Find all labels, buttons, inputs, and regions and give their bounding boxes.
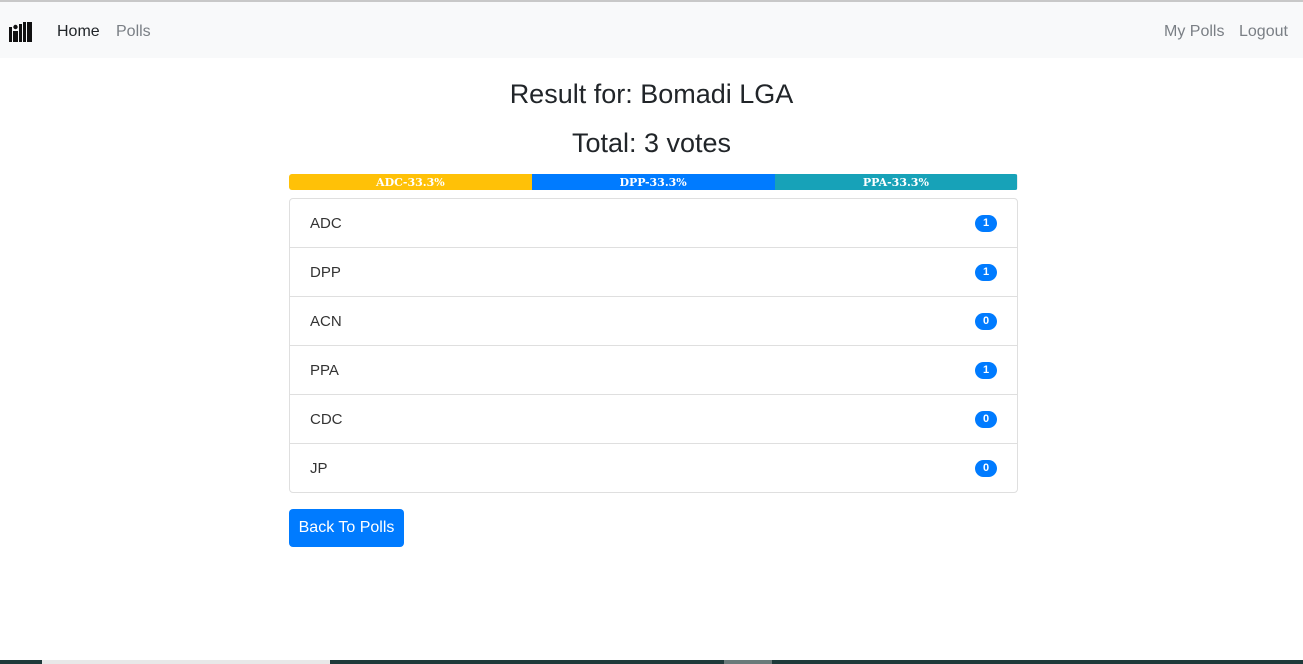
vote-count-badge: 0: [975, 459, 997, 477]
party-list-item: DPP 1: [290, 247, 1017, 296]
vote-count-badge: 0: [975, 410, 997, 428]
result-progress-bar: ADC-33.3% DPP-33.3% PPA-33.3%: [289, 174, 1018, 190]
taskbar-strip: [0, 660, 1303, 664]
nav-my-polls-link[interactable]: My Polls: [1164, 22, 1224, 42]
vote-count-badge: 1: [975, 214, 997, 232]
navbar: Home Polls My Polls Logout: [0, 2, 1303, 58]
nav-home-link[interactable]: Home: [57, 22, 100, 42]
progress-segment: ADC-33.3%: [289, 174, 532, 190]
total-votes: Total: 3 votes: [571, 128, 732, 158]
taskbar-segment: [724, 660, 772, 664]
taskbar-segment: [42, 660, 330, 664]
party-name: JP: [310, 459, 328, 477]
vote-count-badge: 1: [975, 263, 997, 281]
party-list-item: PPA 1: [290, 345, 1017, 394]
party-list-item: ADC 1: [290, 199, 1017, 247]
party-name: ACN: [310, 312, 342, 330]
party-list-item: CDC 0: [290, 394, 1017, 443]
vote-count-badge: 1: [975, 361, 997, 379]
party-list-item: ACN 0: [290, 296, 1017, 345]
result-title: Result for: Bomadi LGA: [509, 79, 794, 109]
vote-count-badge: 0: [975, 312, 997, 330]
ballot-logo-icon[interactable]: [9, 22, 33, 42]
party-name: ADC: [310, 214, 342, 232]
party-list-item: JP 0: [290, 443, 1017, 492]
nav-polls-link[interactable]: Polls: [116, 22, 151, 42]
party-name: PPA: [310, 361, 339, 379]
party-name: CDC: [310, 410, 343, 428]
party-name: DPP: [310, 263, 341, 281]
party-results-list: ADC 1 DPP 1 ACN 0 PPA 1 CDC 0 JP 0: [289, 198, 1018, 493]
back-to-polls-button[interactable]: Back To Polls: [289, 509, 404, 547]
progress-segment: DPP-33.3%: [531, 174, 775, 190]
progress-segment: PPA-33.3%: [774, 174, 1018, 190]
nav-logout-link[interactable]: Logout: [1239, 22, 1288, 42]
